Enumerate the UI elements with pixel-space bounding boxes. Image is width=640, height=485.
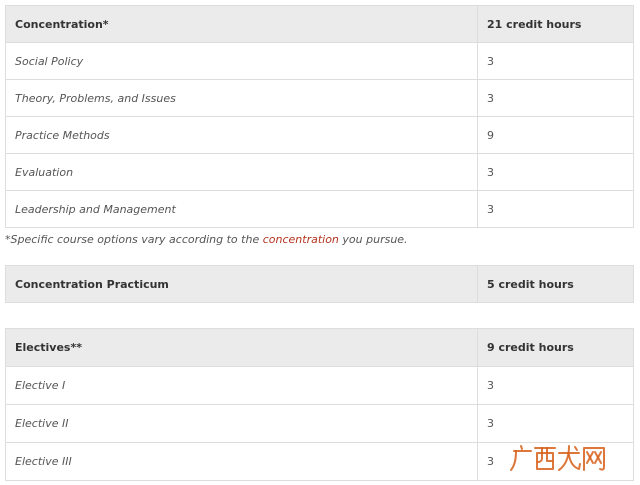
electives-heading: Electives** bbox=[5, 328, 478, 367]
footnote-text-after: you pursue. bbox=[338, 233, 408, 246]
course-name: Elective III bbox=[5, 442, 478, 481]
concentration-hours: 21 credit hours bbox=[477, 5, 634, 43]
table-row: Practice Methods 9 bbox=[5, 116, 634, 154]
course-hours: 3 bbox=[477, 366, 634, 405]
table-row: Elective II 3 bbox=[5, 404, 634, 443]
course-name: Elective II bbox=[5, 404, 478, 443]
footnote-text-before: *Specific course options vary according … bbox=[5, 233, 263, 246]
concentration-footnote: *Specific course options vary according … bbox=[5, 233, 408, 246]
course-hours: 3 bbox=[477, 79, 634, 117]
table-header-row: Concentration Practicum 5 credit hours bbox=[5, 265, 634, 303]
course-name: Leadership and Management bbox=[5, 190, 478, 228]
course-hours: 3 bbox=[477, 42, 634, 80]
electives-hours: 9 credit hours bbox=[477, 328, 634, 367]
table-header-row: Electives** 9 credit hours bbox=[5, 328, 634, 367]
practicum-hours: 5 credit hours bbox=[477, 265, 634, 303]
concentration-link[interactable]: concentration bbox=[263, 233, 339, 246]
table-row: Elective I 3 bbox=[5, 366, 634, 405]
table-header-row: Concentration* 21 credit hours bbox=[5, 5, 634, 43]
course-hours: 3 bbox=[477, 404, 634, 443]
course-name: Theory, Problems, and Issues bbox=[5, 79, 478, 117]
course-hours: 9 bbox=[477, 116, 634, 154]
watermark-logo-graphic bbox=[510, 445, 605, 471]
course-name: Evaluation bbox=[5, 153, 478, 191]
concentration-heading: Concentration* bbox=[5, 5, 478, 43]
table-row: Evaluation 3 bbox=[5, 153, 634, 191]
practicum-heading: Concentration Practicum bbox=[5, 265, 478, 303]
course-hours: 3 bbox=[477, 190, 634, 228]
watermark-logo bbox=[508, 441, 608, 475]
practicum-table: Concentration Practicum 5 credit hours bbox=[5, 265, 634, 303]
course-name: Elective I bbox=[5, 366, 478, 405]
table-row: Leadership and Management 3 bbox=[5, 190, 634, 228]
concentration-table: Concentration* 21 credit hours Social Po… bbox=[5, 5, 634, 228]
table-row: Theory, Problems, and Issues 3 bbox=[5, 79, 634, 117]
course-hours: 3 bbox=[477, 153, 634, 191]
table-row: Social Policy 3 bbox=[5, 42, 634, 80]
course-name: Practice Methods bbox=[5, 116, 478, 154]
course-name: Social Policy bbox=[5, 42, 478, 80]
